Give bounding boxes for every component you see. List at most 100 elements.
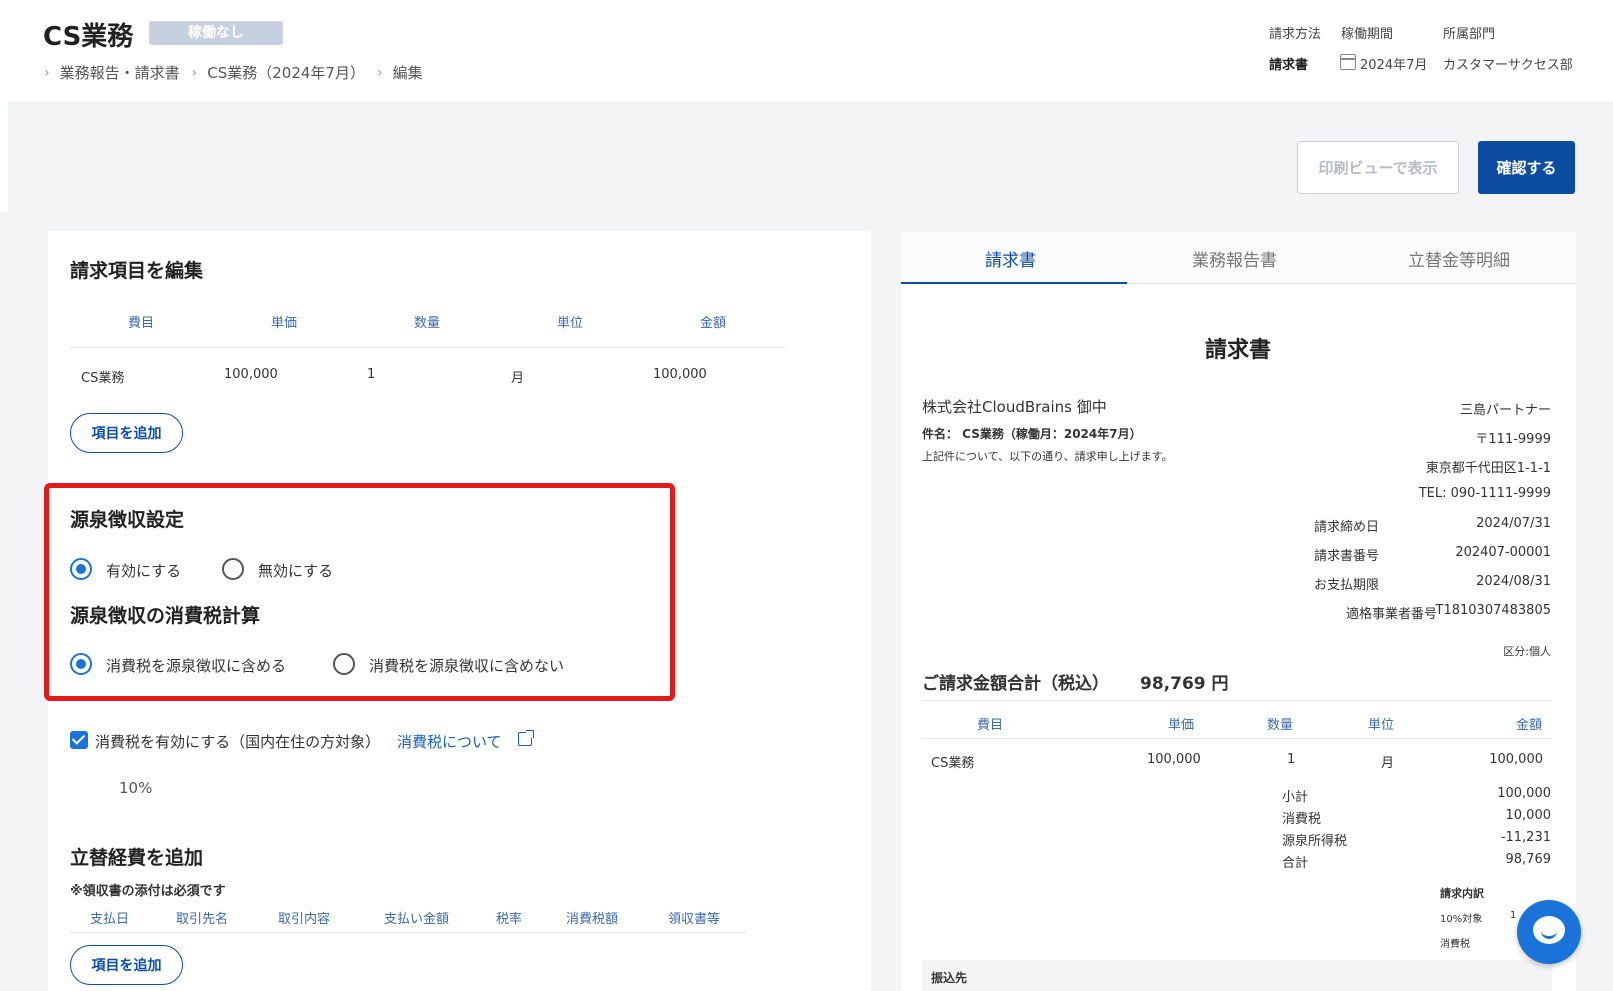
left-strip (0, 0, 8, 212)
tax-label: 消費税 (1282, 812, 1322, 827)
cell-unit-price[interactable]: 100,000 (224, 367, 278, 382)
total-label: ご請求金額合計（税込） (922, 674, 1109, 694)
cell-unit[interactable]: 月 (511, 367, 524, 386)
breakdown-tax-label: 消費税 (1440, 939, 1470, 950)
divider (70, 347, 785, 348)
cell-amount: 100,000 (1489, 752, 1543, 767)
page-header (8, 0, 1613, 101)
cell-unit-price: 100,000 (1147, 752, 1201, 767)
tax-rate: 10% (119, 779, 153, 797)
closing-date-label: 請求締め日 (1313, 520, 1379, 535)
add-expense-button[interactable]: 項目を追加 (70, 945, 183, 985)
department-value: カスタマーサクセス部 (1443, 58, 1573, 73)
registration-value: T1810307483805 (1435, 603, 1551, 618)
due-date-value: 2024/08/31 (1476, 574, 1551, 589)
category: 区分:個人 (1503, 645, 1551, 658)
invoice-subject: 件名： CS業務（稼働月：2024年7月） (922, 427, 1142, 441)
highlight-box (44, 483, 675, 701)
billing-method-label: 請求方法 (1269, 27, 1322, 42)
print-view-button[interactable]: 印刷ビューで表示 (1297, 141, 1459, 194)
chevron-right-icon: › (44, 64, 50, 81)
breadcrumb: › 業務報告・請求書 › CS業務（2024年7月） › 編集 (44, 62, 435, 83)
chevron-right-icon: › (191, 64, 198, 81)
grand-total-label: 合計 (1282, 856, 1309, 871)
breakdown-taxable-label: 10%対象 (1440, 914, 1483, 925)
issuer-address: 東京都千代田区1-1-1 (1425, 461, 1551, 476)
status-badge: 稼働なし (149, 21, 283, 45)
column-header: 支払い金額 (384, 912, 450, 927)
consumption-tax-checkbox[interactable] (70, 731, 88, 749)
confirm-button[interactable]: 確認する (1478, 141, 1575, 194)
subtotal-label: 小計 (1282, 790, 1309, 805)
column-header: 単価 (1168, 718, 1195, 733)
bank-section (922, 960, 1552, 991)
cell-item: CS業務 (931, 756, 975, 771)
grand-total-value: 98,769 (1505, 852, 1552, 867)
receipt-note: ※領収書の添付は必須です (70, 884, 226, 899)
breadcrumb-item[interactable]: CS業務（2024年7月） (207, 62, 365, 83)
withholding-label: 源泉所得税 (1282, 834, 1348, 849)
column-header: 取引内容 (278, 912, 331, 927)
invoice-client: 株式会社CloudBrains 御中 (922, 398, 1107, 416)
period-label: 稼働期間 (1341, 27, 1394, 42)
department-label: 所属部門 (1443, 27, 1496, 42)
withholding-value: -11,231 (1500, 830, 1551, 845)
breakdown-taxable-value: 1 (1510, 910, 1517, 921)
issuer-postal: 〒111-9999 (1475, 432, 1551, 447)
column-header: 税率 (496, 912, 523, 927)
breakdown-title: 請求内訳 (1440, 887, 1484, 900)
divider (922, 738, 1552, 739)
chat-icon[interactable] (1517, 900, 1581, 964)
page-title: CS業務 (43, 22, 134, 52)
total-value: 98,769 円 (1140, 674, 1229, 694)
column-header: 支払日 (90, 912, 130, 927)
subtotal-value: 100,000 (1497, 786, 1551, 801)
divider (922, 700, 1552, 701)
column-header: 金額 (700, 316, 727, 331)
issuer-tel: TEL: 090-1111-9999 (1418, 486, 1551, 501)
tax-value: 10,000 (1505, 808, 1552, 823)
column-header: 領収書等 (668, 912, 721, 927)
cell-item[interactable]: CS業務 (81, 367, 124, 386)
breadcrumb-item: 編集 (392, 64, 423, 82)
column-header: 費目 (977, 718, 1004, 733)
tab-invoice[interactable]: 請求書 (985, 246, 1036, 271)
chevron-right-icon: › (376, 64, 383, 81)
invoice-number-value: 202407-00001 (1455, 545, 1551, 560)
column-header: 費目 (128, 316, 155, 331)
registration-label: 適格事業者番号 (1345, 607, 1437, 622)
active-tab-indicator (901, 282, 1127, 284)
billing-items-title: 請求項目を編集 (70, 260, 204, 282)
expenses-title: 立替経費を追加 (70, 847, 204, 869)
closing-date-value: 2024/07/31 (1476, 516, 1551, 531)
cell-unit: 月 (1381, 756, 1395, 771)
divider (70, 932, 746, 933)
billing-method-value: 請求書 (1269, 58, 1309, 73)
consumption-tax-label[interactable]: 消費税を有効にする（国内在住の方対象） (95, 731, 380, 752)
cell-quantity[interactable]: 1 (367, 367, 375, 382)
tab-work-report[interactable]: 業務報告書 (1192, 246, 1277, 271)
column-header: 金額 (1516, 718, 1543, 733)
cell-amount: 100,000 (653, 367, 707, 382)
column-header: 取引先名 (176, 912, 229, 927)
add-billing-item-button[interactable]: 項目を追加 (70, 413, 183, 453)
invoice-title: 請求書 (1205, 338, 1272, 363)
period-value: 2024年7月 (1360, 58, 1428, 73)
issuer-name: 三島パートナー (1459, 403, 1551, 418)
column-header: 消費税額 (566, 912, 619, 927)
tab-expense-details[interactable]: 立替金等明細 (1408, 246, 1510, 271)
due-date-label: お支払期限 (1313, 578, 1379, 593)
external-link-icon[interactable] (518, 730, 534, 746)
column-header: 数量 (1267, 718, 1294, 733)
column-header: 数量 (414, 316, 441, 331)
cell-quantity: 1 (1287, 752, 1296, 767)
bank-title: 振込先 (931, 971, 968, 985)
consumption-tax-link[interactable]: 消費税について (397, 731, 502, 752)
breadcrumb-item[interactable]: 業務報告・請求書 (60, 62, 180, 83)
invoice-intro: 上記件について、以下の通り、請求申し上げます。 (922, 450, 1173, 463)
invoice-number-label: 請求書番号 (1313, 549, 1379, 564)
column-header: 単価 (271, 316, 298, 331)
column-header: 単位 (1368, 718, 1395, 733)
calendar-icon (1340, 54, 1356, 70)
column-header: 単位 (557, 316, 584, 331)
